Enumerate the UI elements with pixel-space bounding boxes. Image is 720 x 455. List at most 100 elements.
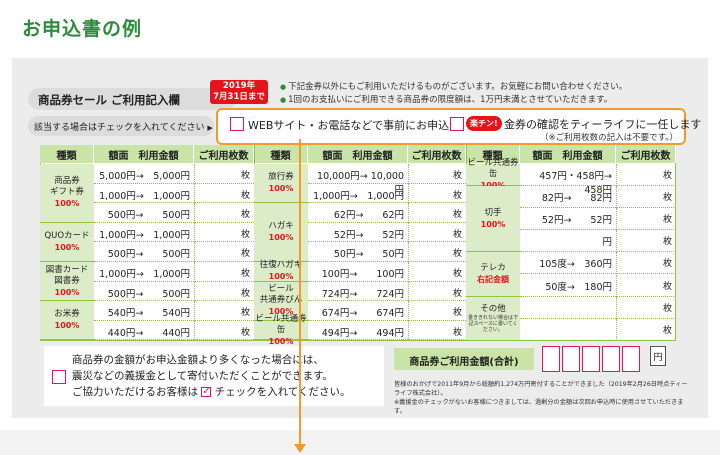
count-input[interactable]: 枚 [408,320,466,341]
category-name: QUOカード [44,230,90,241]
category-rate: 100% [268,184,294,194]
count-input[interactable]: 枚 [616,208,676,231]
amount-cell: 1,000円→ 1,000円 [94,262,194,282]
count-input[interactable]: 枚 [408,164,466,184]
category-name: その他 [480,303,506,314]
category-name: ギフト券 [49,187,84,198]
count-input[interactable]: 枚 [408,203,466,223]
amount-cell: 62円→ 62円 [308,203,408,223]
total-digit-input[interactable] [562,346,580,372]
count-input[interactable]: 枚 [194,183,254,204]
amount-cell: 500円→ 500円 [94,242,194,262]
amount-cell: 494円→ 494円 [308,321,408,341]
category-label: 図書カード 図書券 100% [40,262,94,302]
amount-cell [520,319,616,341]
category-name: 図書券 [54,275,80,286]
category-name: 旅行券 [268,172,294,183]
donation-line-1: 商品券の金額がお申込金額より多くなった場合には、 [72,354,324,366]
count-input[interactable]: 枚 [194,320,254,341]
category-rate: 100% [54,287,80,297]
count-input[interactable]: 枚 [616,230,676,253]
total-digit-input[interactable] [542,346,560,372]
total-digit-input[interactable] [582,346,600,372]
category-name: 図書カード [45,264,89,275]
count-input[interactable]: 枚 [194,164,254,184]
category-name: お米券 [54,309,80,320]
amount-cell: 50度→ 180円 [520,275,616,297]
arrow-line [299,139,301,445]
category-label: テレカ 右記金額 [466,252,520,297]
col-face-3: 額面 [532,151,553,162]
category-name: 往復ハガキ [259,260,303,271]
donation-checkbox[interactable] [52,370,66,384]
count-input[interactable]: 枚 [616,296,676,319]
category-rate: 右記金額 [477,274,509,284]
count-input[interactable]: 枚 [616,252,676,275]
count-input[interactable]: 枚 [194,301,254,321]
donation-text: 商品券の金額がお申込金額より多くなった場合には、 震災などの義援金として寄付いた… [72,352,362,400]
col-count-2: ご利用枚数 [408,145,466,163]
col-face-1: 額面 [108,151,129,162]
col-use-1: 利用金額 [138,151,179,162]
category-name: 商品券 [54,176,80,187]
count-input[interactable]: 枚 [408,183,466,204]
amount-cell: 540円→ 540円 [94,301,194,321]
pre-applied-label: WEBサイト・お電話などで事前にお申込済 [248,119,461,132]
count-input[interactable]: 枚 [194,281,254,302]
count-input[interactable]: 枚 [616,164,676,187]
amount-cell [520,297,616,319]
count-input[interactable]: 枚 [408,281,466,302]
category-name: ビール [268,284,294,295]
category-name: 切手 [484,207,502,218]
notes: 下記金券以外にもご利用いただけるものがございます。お気軽にお問い合わせください。… [280,81,627,107]
count-input[interactable]: 枚 [194,222,254,243]
note-2: 1回のお支払いにご利用できる商品券の限度額は、1万円未満とさせていただきます。 [280,94,627,107]
col-use-2: 利用金額 [352,151,393,162]
category-name: ビール共通券缶 [467,158,519,180]
amount-cell: 457円・458円→ 458円 [520,164,622,196]
footnote-2: ※義援金のチェックがないお客様につきましては、過剰分の金額は次回お申込時に使用さ… [394,399,684,415]
col-amount-3: 額面 利用金額 [520,145,616,163]
amount-cell: 50円→ 50円 [308,242,408,262]
count-input[interactable]: 枚 [616,318,676,341]
amount-cell: 52円→ 52円 [520,208,616,231]
page-title: お申込書の例 [22,18,143,40]
yen-unit: 円 [650,346,666,366]
category-rate: 100% [268,336,294,346]
count-input[interactable]: 枚 [408,222,466,243]
count-input[interactable]: 枚 [616,186,676,209]
form-header: 商品券セール ご利用記入欄 [28,88,236,110]
amount-cell: 10,000円→ 10,000円 [308,164,408,196]
rakuchin-badge: 楽チン! [466,116,502,131]
amount-cell: 105度→ 360円 [520,252,616,275]
amount-cell: 1,000円→ 1,000円 [94,184,194,204]
count-input[interactable]: 枚 [408,262,466,282]
category-rate: 100% [480,219,506,229]
amount-cell: 724円→ 724円 [308,282,408,302]
amount-cell: 440円→ 440円 [94,321,194,341]
count-input[interactable]: 枚 [408,301,466,321]
note-1: 下記金券以外にもご利用いただけるものがございます。お気軽にお問い合わせください。 [280,81,627,94]
col-amount-1: 額面 利用金額 [94,145,194,163]
total-digit-input[interactable] [622,346,640,372]
count-input[interactable]: 枚 [194,262,254,282]
col-use-3: 利用金額 [562,151,603,162]
pre-applied-checkbox[interactable] [230,117,244,131]
donation-line-3a: ご協力いただけるお客様は [72,386,198,398]
col-type-1: 種類 [40,145,94,163]
delegate-checkbox[interactable] [450,117,464,131]
category-label: 商品券 ギフト券 100% [40,164,94,223]
category-name: 共通券びん [259,295,303,306]
count-input[interactable]: 枚 [194,203,254,223]
count-input[interactable]: 枚 [616,274,676,297]
count-input[interactable]: 枚 [408,242,466,262]
amount-cell: 500円→ 500円 [94,282,194,302]
total-digit-input[interactable] [602,346,620,372]
donation-line-3b: チェックを入れてください。 [214,386,351,398]
date-badge: 2019年 7月31日まで [210,80,268,104]
count-input[interactable]: 枚 [194,242,254,262]
category-name: テレカ [480,262,506,273]
category-label: 切手 100% [466,186,520,253]
col-amount-2: 額面 利用金額 [308,145,408,163]
delegate-label: 金券の確認をティーライフに一任します [504,118,702,131]
